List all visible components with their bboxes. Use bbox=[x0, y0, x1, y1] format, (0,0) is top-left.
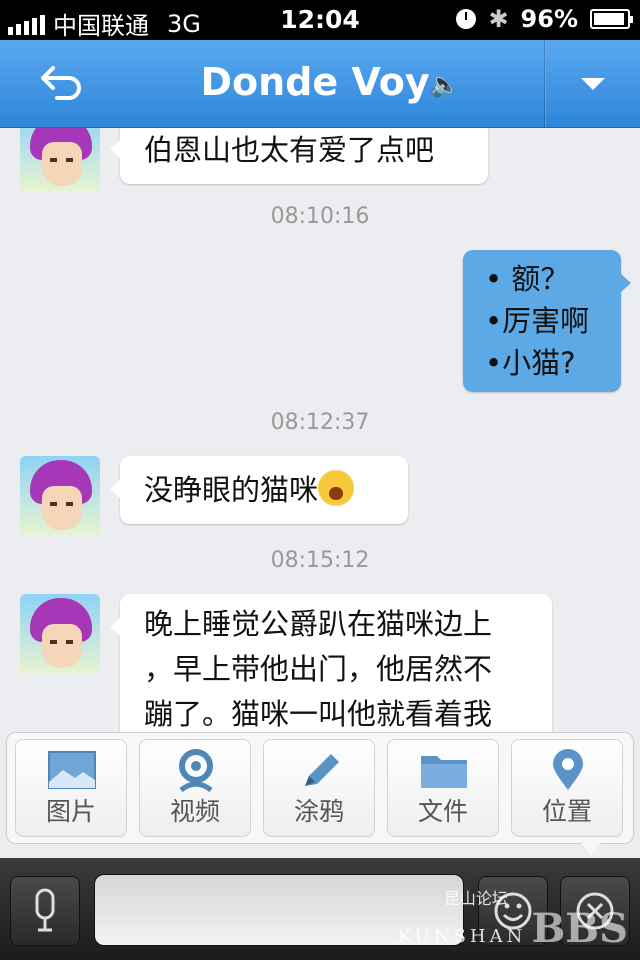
menu-dropdown-button[interactable] bbox=[546, 40, 640, 128]
message-line: 晚上睡觉公爵趴在猫咪边上 bbox=[144, 607, 493, 641]
message-bubble-incoming[interactable]: 晚上睡觉公爵趴在猫咪边上 ，早上带他出门，他居然不 蹦了。猫咪一叫他就看着我 bbox=[110, 594, 552, 732]
dropdown-triangle-icon bbox=[581, 78, 605, 90]
input-bar: 昆山论坛 KUNSHAN BBS bbox=[0, 858, 640, 960]
message-bubble-outgoing[interactable]: • 额？ •厉害啊 •小猫? bbox=[463, 250, 631, 392]
navigation-bar: Donde Voy🔈 bbox=[0, 40, 640, 128]
message-timestamp: 08:15:12 bbox=[270, 548, 370, 573]
image-icon bbox=[48, 751, 96, 789]
back-button[interactable] bbox=[20, 50, 104, 114]
message-bubble-incoming[interactable]: 没睁眼的猫咪 bbox=[110, 456, 408, 524]
status-bar: 中国联通 3G 12:04 ✱ 96% bbox=[0, 0, 640, 40]
message-timestamp: 08:12:37 bbox=[270, 410, 370, 435]
bluetooth-icon: ✱ bbox=[488, 5, 509, 33]
tool-label: 文件 bbox=[417, 797, 468, 826]
tool-doodle-button[interactable]: 涂鸦 bbox=[263, 739, 375, 837]
message-text: 没睁眼的猫咪 bbox=[144, 473, 319, 507]
avatar[interactable] bbox=[20, 456, 100, 536]
avatar[interactable] bbox=[20, 594, 100, 674]
watermark-en: KUNSHAN bbox=[397, 926, 527, 947]
microphone-icon bbox=[35, 888, 55, 932]
message-line: 蹦了。猫咪一叫他就看着我 bbox=[144, 697, 493, 731]
tool-label: 涂鸦 bbox=[293, 797, 344, 826]
video-camera-icon bbox=[179, 749, 213, 792]
voice-button[interactable] bbox=[10, 876, 80, 946]
tool-video-button[interactable]: 视频 bbox=[139, 739, 251, 837]
message-timestamp: 08:10:16 bbox=[270, 204, 370, 229]
speaker-icon: 🔈 bbox=[429, 70, 460, 99]
battery-icon bbox=[590, 9, 633, 29]
tool-image-button[interactable]: 图片 bbox=[15, 739, 127, 837]
crying-face-icon bbox=[318, 470, 355, 506]
chat-title-text: Donde Voy bbox=[200, 60, 430, 104]
message-line: • 额？ bbox=[485, 262, 570, 296]
forum-watermark: 昆山论坛 KUNSHAN BBS bbox=[397, 889, 628, 952]
avatar[interactable] bbox=[20, 128, 100, 192]
alarm-clock-icon bbox=[456, 9, 477, 29]
tool-label: 图片 bbox=[45, 797, 96, 826]
chat-messages[interactable]: 伯恩山也太有爱了点吧 08:10:16 • 额？ •厉害啊 •小猫? 08:12… bbox=[0, 128, 640, 732]
tool-label: 视频 bbox=[169, 797, 220, 826]
message-line: ，早上带他出门，他居然不 bbox=[144, 652, 493, 686]
attachment-panel: 图片 视频 涂鸦 文件 位置 bbox=[6, 732, 634, 855]
tool-label: 位置 bbox=[541, 797, 592, 826]
tool-location-button[interactable]: 位置 bbox=[511, 739, 623, 837]
back-arrow-icon bbox=[41, 66, 81, 100]
watermark-cn: 昆山论坛 bbox=[443, 889, 508, 908]
message-bubble-incoming[interactable]: 伯恩山也太有爱了点吧 bbox=[110, 128, 488, 184]
folder-icon bbox=[421, 756, 467, 788]
pencil-icon bbox=[305, 754, 339, 786]
chat-title: Donde Voy🔈 bbox=[120, 60, 540, 104]
tool-file-button[interactable]: 文件 bbox=[387, 739, 499, 837]
message-line: •厉害啊 bbox=[485, 304, 590, 338]
message-text: 伯恩山也太有爱了点吧 bbox=[144, 133, 435, 167]
message-line: •小猫? bbox=[485, 346, 576, 380]
location-pin-icon bbox=[553, 749, 583, 790]
battery-percent: 96% bbox=[520, 5, 578, 33]
watermark-bbs: BBS bbox=[531, 905, 628, 952]
